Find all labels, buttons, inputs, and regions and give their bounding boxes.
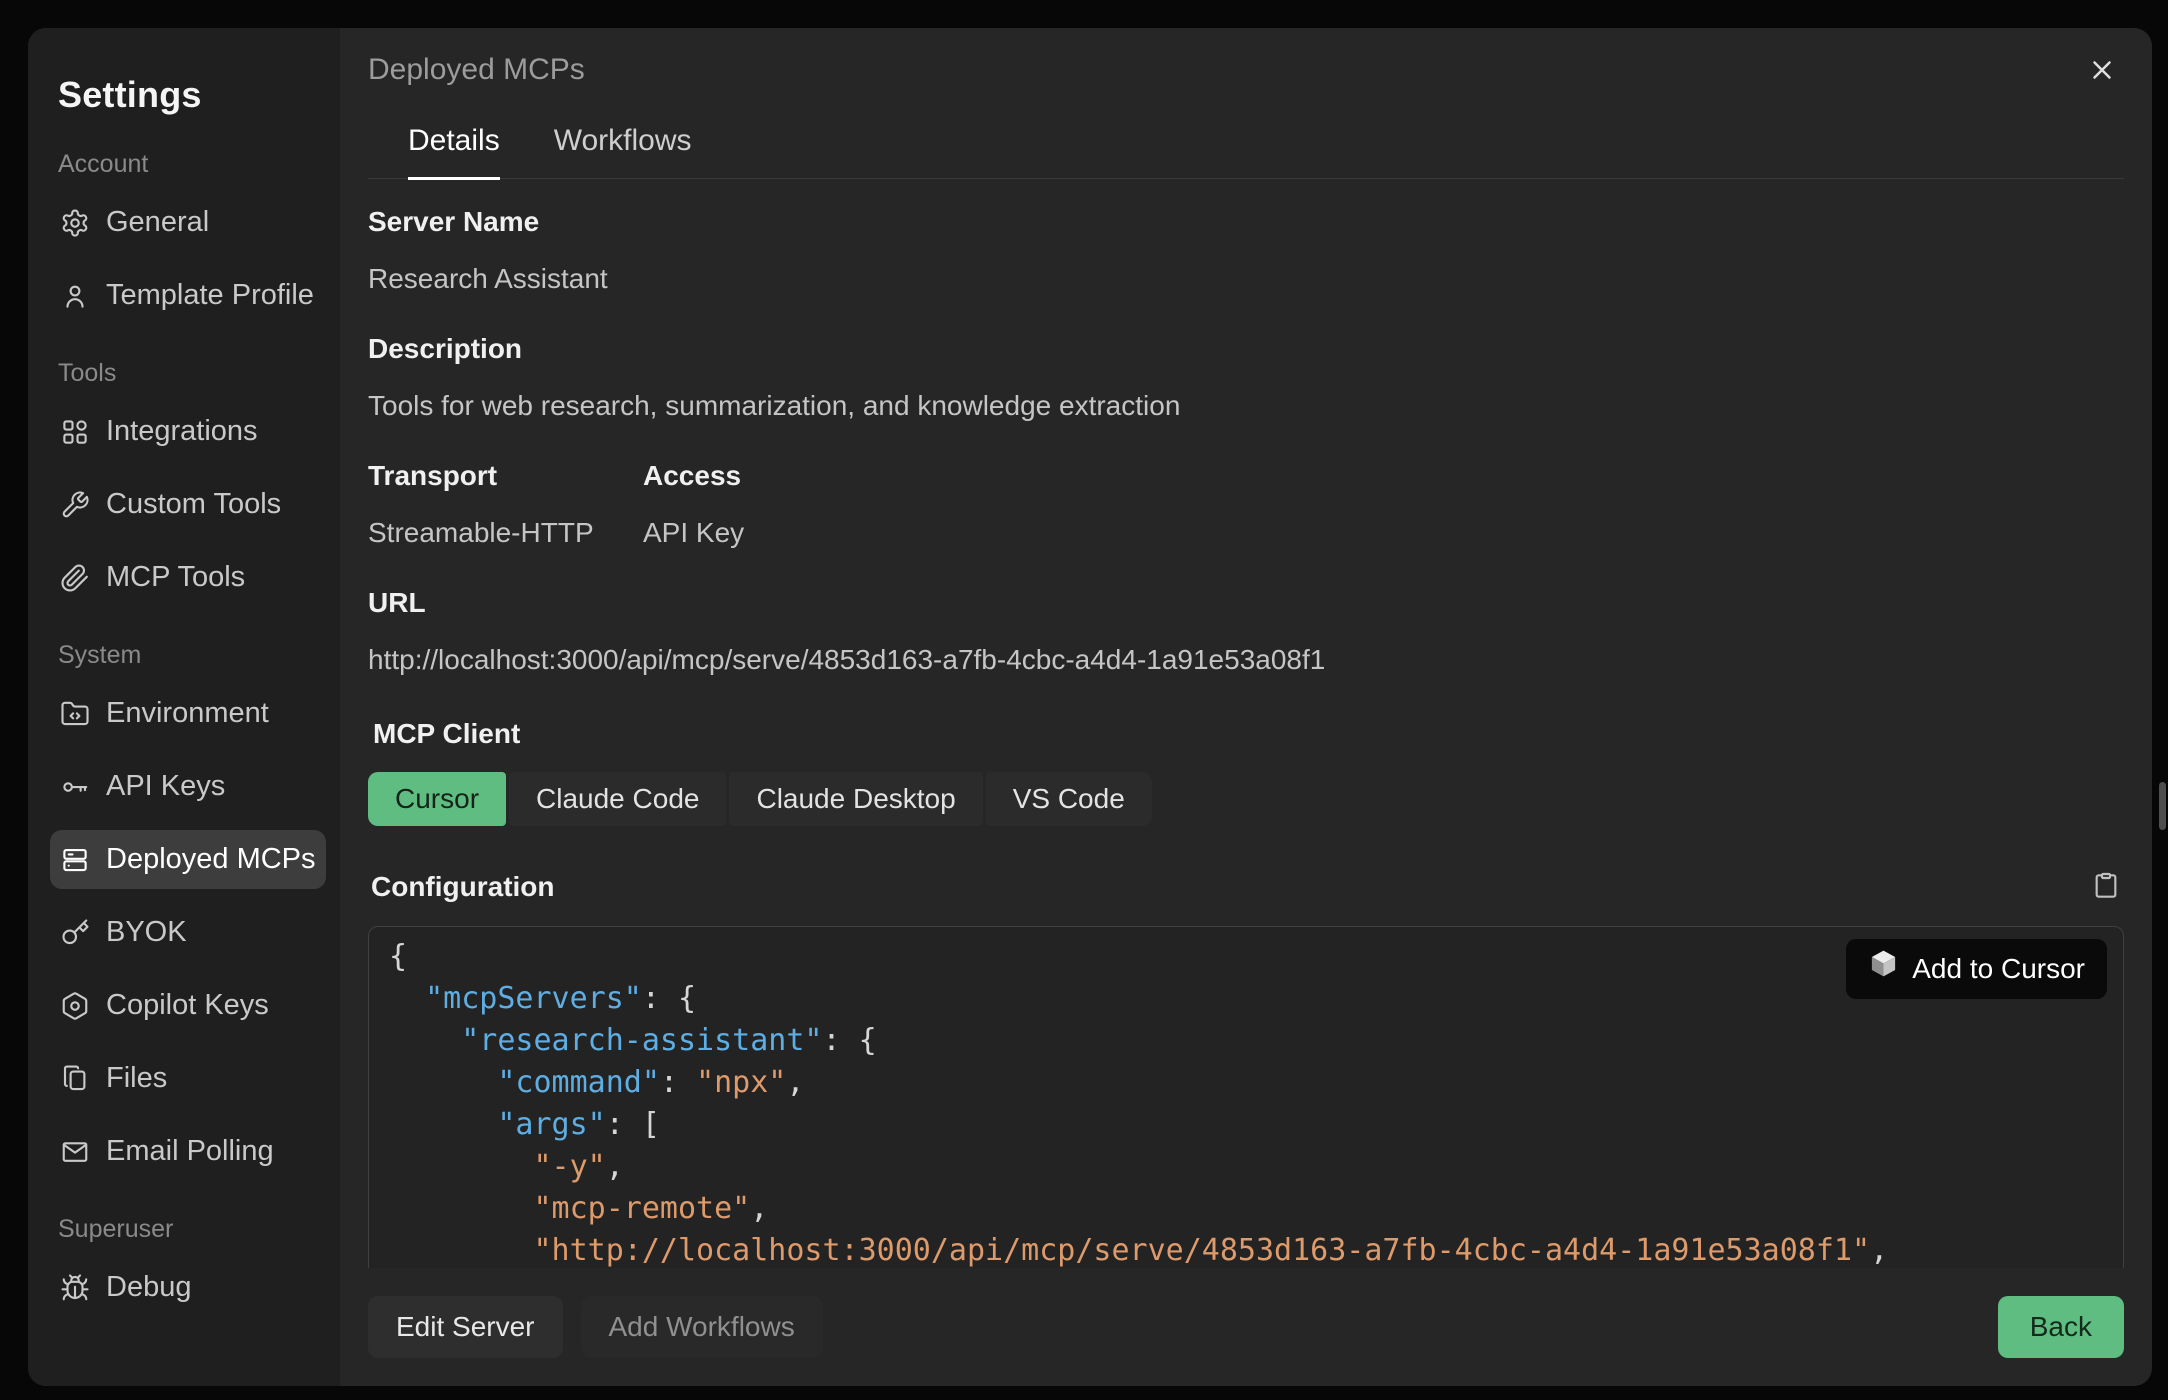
footer-bar: Edit Server Add Workflows Back	[368, 1268, 2124, 1386]
key-icon	[60, 772, 90, 802]
sidebar-item-label: MCP Tools	[106, 561, 245, 594]
grid-icon	[60, 417, 90, 447]
mcp-client-label: MCP Client	[373, 718, 2124, 750]
sidebar-item-label: Email Polling	[106, 1135, 274, 1168]
code-line: "command": "npx",	[389, 1062, 2123, 1104]
description-value: Tools for web research, summarization, a…	[368, 390, 2124, 422]
description-label: Description	[368, 333, 2124, 365]
back-button[interactable]: Back	[1998, 1296, 2124, 1358]
settings-sidebar: Settings Account General Template Profile T…	[28, 28, 340, 1386]
tab-bar: Details Workflows	[368, 124, 2124, 179]
configuration-code-block[interactable]: Add to Cursor { "mcpServers": { "researc…	[368, 926, 2124, 1268]
sidebar-item-environment[interactable]: Environment	[50, 684, 326, 743]
sidebar-item-byok[interactable]: BYOK	[50, 903, 326, 962]
sidebar-item-label: Copilot Keys	[106, 989, 269, 1022]
server-icon	[60, 845, 90, 875]
add-to-cursor-label: Add to Cursor	[1912, 948, 2085, 990]
tab-workflows[interactable]: Workflows	[554, 124, 692, 180]
sidebar-item-label: BYOK	[106, 916, 187, 949]
user-icon	[60, 281, 90, 311]
transport-label: Transport	[368, 460, 643, 492]
sidebar-item-label: Integrations	[106, 415, 258, 448]
tab-details[interactable]: Details	[408, 124, 500, 180]
sidebar-nav: Account General Template Profile Tools Integ…	[28, 150, 340, 1317]
sidebar-item-label: Debug	[106, 1271, 191, 1304]
url-label: URL	[368, 587, 2124, 619]
sidebar-item-label: Files	[106, 1062, 167, 1095]
url-value: http://localhost:3000/api/mcp/serve/4853…	[368, 644, 2124, 676]
sidebar-item-mcp-tools[interactable]: MCP Tools	[50, 548, 326, 607]
settings-modal: Settings Account General Template Profile T…	[28, 28, 2152, 1386]
wrench-icon	[60, 490, 90, 520]
sidebar-item-label: Template Profile	[106, 279, 314, 312]
sidebar-section: Account General Template Profile	[28, 150, 340, 325]
transport-value: Streamable-HTTP	[368, 517, 643, 549]
sidebar-item-integrations[interactable]: Integrations	[50, 402, 326, 461]
key-slant-icon	[60, 918, 90, 948]
access-label: Access	[643, 460, 741, 492]
server-name-label: Server Name	[368, 206, 2124, 238]
sidebar-section-label: Tools	[58, 359, 340, 388]
sidebar-section: System Environment API Keys Deployed MCPs BY…	[28, 641, 340, 1181]
server-name-value: Research Assistant	[368, 263, 2124, 295]
code-line: "mcp-remote",	[389, 1188, 2123, 1230]
sidebar-item-api-keys[interactable]: API Keys	[50, 757, 326, 816]
sidebar-section: Superuser Debug	[28, 1215, 340, 1317]
sidebar-section-label: Superuser	[58, 1215, 340, 1244]
client-button-cursor[interactable]: Cursor	[368, 772, 506, 826]
add-workflows-button[interactable]: Add Workflows	[581, 1296, 823, 1358]
main-header: Deployed MCPs	[368, 28, 2124, 112]
close-icon[interactable]	[2080, 48, 2124, 92]
page-title: Deployed MCPs	[368, 53, 585, 87]
client-button-claude-code[interactable]: Claude Code	[509, 772, 726, 826]
transport-access-values: Streamable-HTTP API Key	[368, 492, 2124, 549]
details-content: Server Name Research Assistant Descripti…	[368, 179, 2124, 1268]
sidebar-item-label: API Keys	[106, 770, 225, 803]
hexagon-icon	[60, 991, 90, 1021]
sidebar-item-label: Environment	[106, 697, 269, 730]
code-line: "research-assistant": {	[389, 1020, 2123, 1062]
page-scrollbar-thumb[interactable]	[2159, 782, 2166, 830]
configuration-row: Configuration	[368, 870, 2124, 904]
sidebar-item-debug[interactable]: Debug	[50, 1258, 326, 1317]
transport-access-labels: Transport Access	[368, 422, 2124, 492]
sidebar-item-template-profile[interactable]: Template Profile	[50, 266, 326, 325]
add-to-cursor-button[interactable]: Add to Cursor	[1846, 939, 2107, 999]
sidebar-item-label: Deployed MCPs	[106, 843, 316, 876]
cursor-logo-icon	[1868, 948, 1899, 991]
sidebar-item-label: Custom Tools	[106, 488, 281, 521]
bug-icon	[60, 1273, 90, 1303]
code-line: "-y",	[389, 1146, 2123, 1188]
sidebar-item-custom-tools[interactable]: Custom Tools	[50, 475, 326, 534]
edit-server-button[interactable]: Edit Server	[368, 1296, 563, 1358]
sidebar-item-copilot-keys[interactable]: Copilot Keys	[50, 976, 326, 1035]
sidebar-item-general[interactable]: General	[50, 193, 326, 252]
sidebar-item-deployed-mcps[interactable]: Deployed MCPs	[50, 830, 326, 889]
sidebar-section-label: Account	[58, 150, 340, 179]
sidebar-section-label: System	[58, 641, 340, 670]
settings-title: Settings	[58, 74, 340, 116]
gear-icon	[60, 208, 90, 238]
client-button-claude-desktop[interactable]: Claude Desktop	[729, 772, 982, 826]
mcp-client-selector: CursorClaude CodeClaude DesktopVS Code	[368, 772, 2124, 826]
sidebar-item-files[interactable]: Files	[50, 1049, 326, 1108]
code-line: "args": [	[389, 1104, 2123, 1146]
copy-icon[interactable]	[2090, 870, 2124, 904]
configuration-label: Configuration	[371, 871, 555, 903]
paperclip-icon	[60, 563, 90, 593]
code-line: "http://localhost:3000/api/mcp/serve/485…	[389, 1230, 2123, 1268]
mail-icon	[60, 1137, 90, 1167]
files-icon	[60, 1064, 90, 1094]
sidebar-item-label: General	[106, 206, 209, 239]
client-button-vs-code[interactable]: VS Code	[986, 772, 1152, 826]
folder-code-icon	[60, 699, 90, 729]
sidebar-item-email-polling[interactable]: Email Polling	[50, 1122, 326, 1181]
sidebar-section: Tools Integrations Custom Tools MCP Tools	[28, 359, 340, 607]
main-panel: Deployed MCPs Details Workflows Server Na…	[340, 28, 2152, 1386]
access-value: API Key	[643, 517, 744, 549]
